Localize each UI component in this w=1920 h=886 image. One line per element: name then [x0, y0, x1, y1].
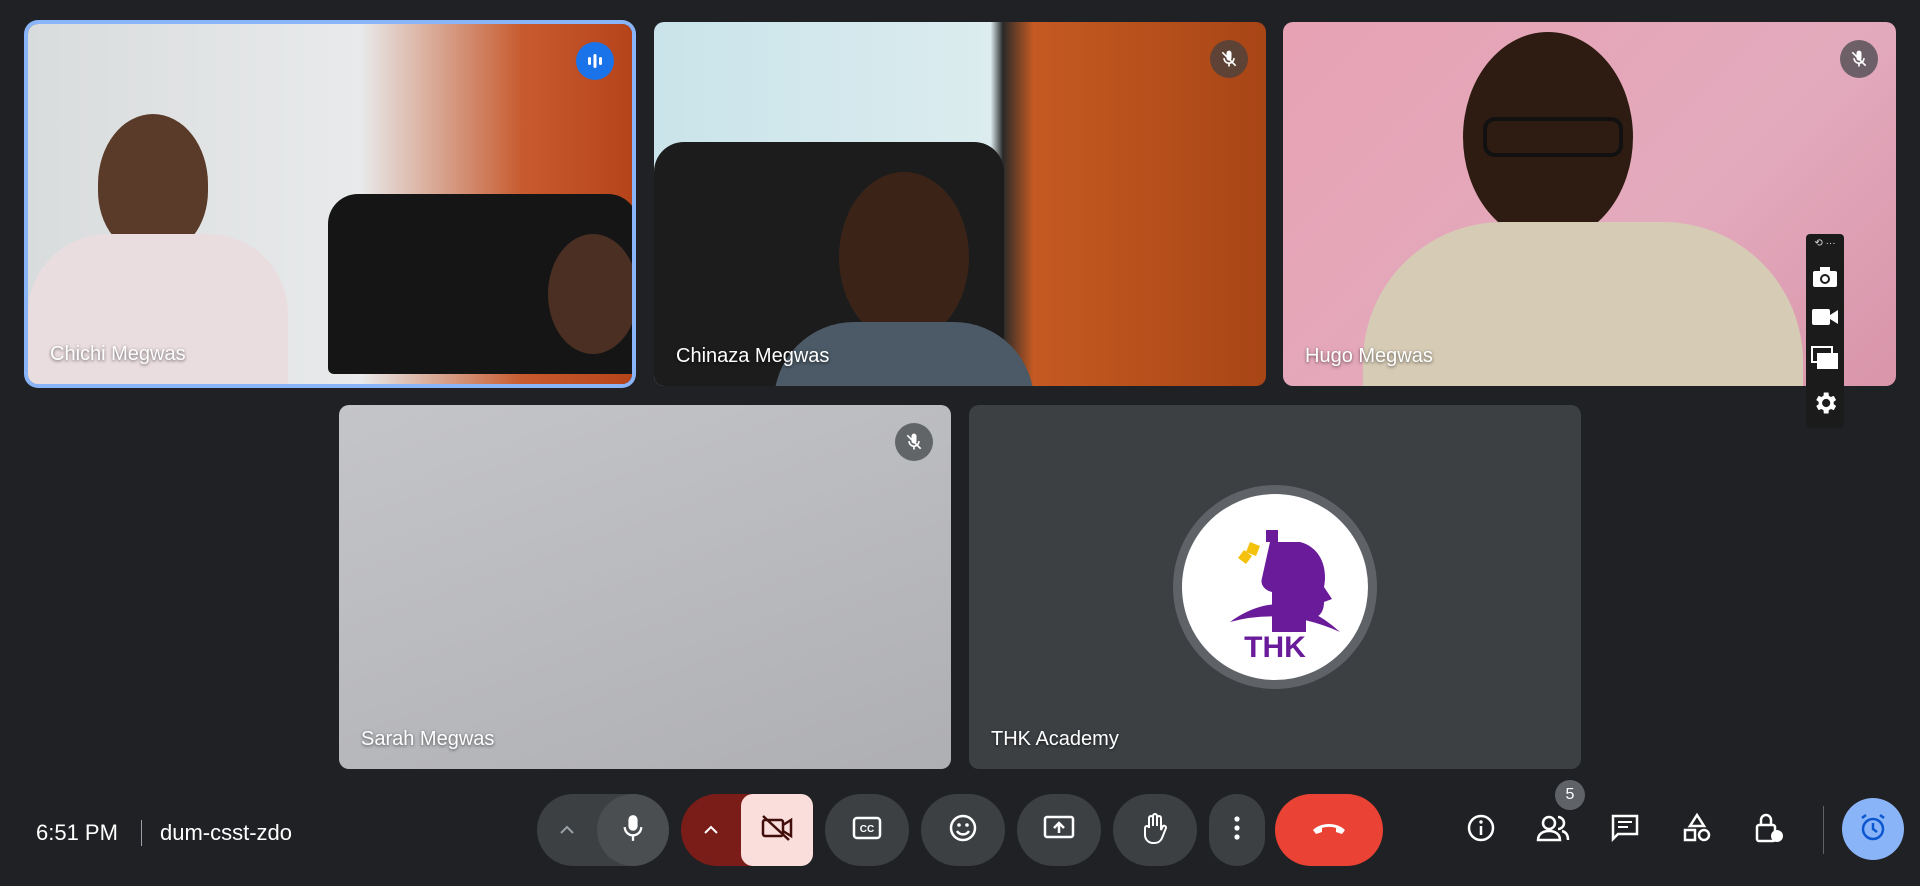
host-controls-icon: [1754, 812, 1784, 849]
raise-hand-button[interactable]: [1113, 794, 1197, 866]
mic-off-icon: [1840, 40, 1878, 78]
participant-name: Hugo Megwas: [1305, 345, 1433, 367]
participant-name: Chinaza Megwas: [676, 345, 830, 367]
camera-off-icon: [761, 814, 793, 846]
activities-button[interactable]: [1673, 806, 1721, 854]
mic-control-group: [537, 794, 669, 866]
host-controls-button[interactable]: [1745, 806, 1793, 854]
settings-icon[interactable]: [1811, 389, 1839, 422]
mic-off-icon: [895, 423, 933, 461]
divider: [141, 820, 142, 846]
mic-button[interactable]: [597, 794, 669, 866]
emoji-button[interactable]: [921, 794, 1005, 866]
more-options-icon: [1234, 815, 1240, 845]
more-options-button[interactable]: [1209, 794, 1265, 866]
timer-icon: [1857, 811, 1889, 848]
participant-tile-chichi[interactable]: Chichi Megwas: [28, 24, 632, 384]
participant-tile-chinaza[interactable]: Chinaza Megwas: [654, 22, 1266, 386]
expand-audio-icon[interactable]: [537, 794, 597, 866]
participants-count-badge: 5: [1555, 780, 1585, 810]
meeting-time: 6:51 PM: [36, 820, 118, 845]
end-call-button[interactable]: [1275, 794, 1383, 866]
person-head-shape: [98, 114, 208, 254]
present-icon: [1043, 815, 1075, 846]
avatar-text: THK: [1244, 631, 1306, 662]
people-button[interactable]: [1529, 806, 1577, 854]
floating-capture-toolbar[interactable]: ⟲ ···: [1806, 234, 1844, 428]
raise-hand-icon: [1141, 812, 1169, 849]
video-icon[interactable]: [1811, 307, 1839, 332]
thk-logo: THK: [1182, 494, 1368, 680]
meeting-controls-bar: 6:51 PM dum-csst-zdo CC: [0, 786, 1920, 886]
window-icon[interactable]: [1811, 346, 1839, 375]
chat-icon: [1610, 813, 1640, 848]
mic-off-icon: [1210, 40, 1248, 78]
divider: [1823, 806, 1824, 854]
svg-text:CC: CC: [860, 824, 874, 835]
activities-icon: [1682, 812, 1712, 848]
participant-name: Chichi Megwas: [50, 343, 186, 365]
meeting-info-button[interactable]: [1457, 806, 1505, 854]
participant-tile-sarah[interactable]: Sarah Megwas: [339, 405, 951, 769]
captions-icon: CC: [852, 816, 882, 845]
chat-button[interactable]: [1601, 806, 1649, 854]
emoji-icon: [948, 813, 978, 848]
mic-icon: [622, 814, 644, 847]
person-head-shape: [839, 172, 969, 342]
toolbar-handle[interactable]: ⟲ ···: [1814, 238, 1835, 252]
captions-button[interactable]: CC: [825, 794, 909, 866]
participant-tile-thk-academy[interactable]: THK THK Academy: [969, 405, 1581, 769]
info-icon: [1466, 813, 1496, 848]
camera-control-group: [681, 794, 813, 866]
avatar: THK: [1173, 485, 1377, 689]
end-call-icon: [1311, 820, 1347, 841]
meeting-code: dum-csst-zdo: [160, 820, 293, 845]
speaking-indicator-icon: [576, 42, 614, 80]
expand-video-icon[interactable]: [681, 794, 741, 866]
participant-tile-hugo[interactable]: Hugo Megwas: [1283, 22, 1896, 386]
people-icon: [1536, 814, 1570, 847]
camera-button[interactable]: [741, 794, 813, 866]
child-head-shape: [548, 234, 632, 354]
present-button[interactable]: [1017, 794, 1101, 866]
glasses-shape: [1483, 117, 1623, 157]
participant-name: THK Academy: [991, 728, 1119, 750]
camera-icon[interactable]: [1812, 266, 1838, 293]
timer-button[interactable]: [1842, 798, 1904, 860]
participant-name: Sarah Megwas: [361, 728, 495, 750]
